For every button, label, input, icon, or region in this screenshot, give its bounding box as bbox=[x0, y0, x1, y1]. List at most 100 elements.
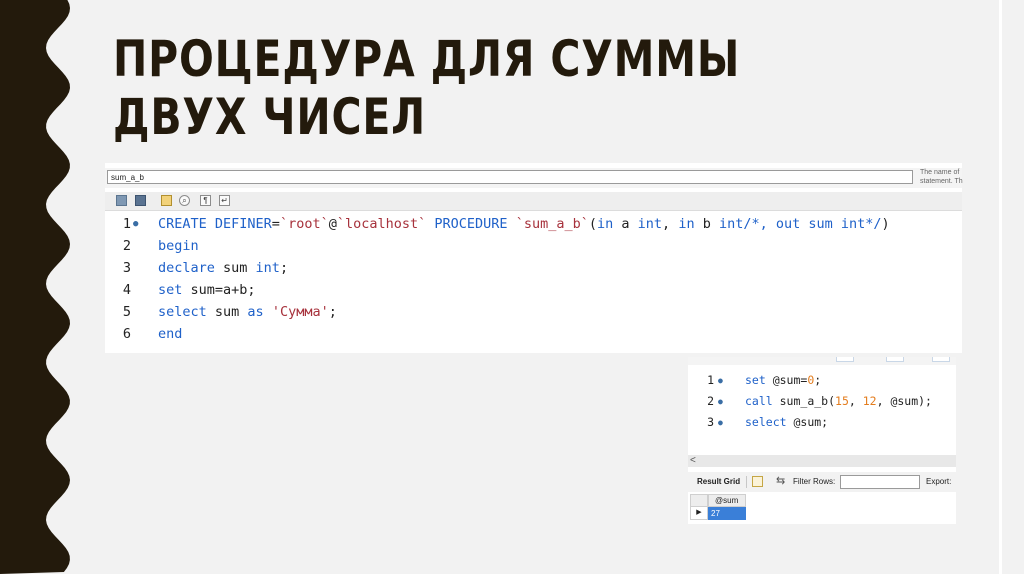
help-text-line: statement. Th bbox=[920, 178, 963, 185]
line-number: 4 bbox=[122, 282, 131, 298]
code-line[interactable]: 6 end bbox=[105, 323, 962, 345]
code-keyword: select bbox=[745, 415, 787, 429]
filter-rows-input[interactable] bbox=[840, 475, 920, 489]
code-string: `root` bbox=[279, 216, 329, 232]
search-icon[interactable]: ⌕ bbox=[179, 195, 190, 206]
code-token: b bbox=[694, 216, 719, 232]
code-number: 12 bbox=[862, 394, 877, 408]
statement-dot-icon: ● bbox=[718, 397, 723, 406]
code-area[interactable]: 1 ● CREATE DEFINER=`root`@`localhost` PROC… bbox=[105, 213, 962, 345]
procedure-name-field[interactable]: sum_a_b bbox=[107, 170, 913, 184]
code-token: @sum; bbox=[786, 415, 829, 429]
result-cell[interactable]: 27 bbox=[708, 507, 746, 520]
editor-toolbar: ⌕ ¶ ↵ bbox=[105, 192, 962, 211]
code-token: ( bbox=[588, 216, 597, 232]
folder-icon[interactable] bbox=[116, 195, 127, 206]
save-icon[interactable] bbox=[135, 195, 146, 206]
line-number: 1 bbox=[122, 216, 131, 232]
code-text: select @sum; bbox=[745, 412, 828, 433]
code-token: @sum= bbox=[765, 373, 808, 387]
tab-strip bbox=[688, 357, 956, 365]
code-keyword: as bbox=[247, 304, 264, 320]
help-text-line: The name of bbox=[920, 169, 960, 176]
code-string: `sum_a_b` bbox=[515, 216, 589, 232]
code-token: sum=a+b; bbox=[182, 282, 256, 298]
code-keyword: int bbox=[637, 216, 663, 232]
name-row: sum_a_b The name of statement. Th bbox=[105, 168, 965, 188]
statement-dot-icon: ● bbox=[718, 376, 723, 385]
scroll-left-arrow-icon[interactable]: < bbox=[690, 455, 696, 467]
code-text: set @sum=0; bbox=[745, 370, 821, 391]
code-token: a bbox=[613, 216, 638, 232]
line-number: 5 bbox=[122, 304, 131, 320]
code-text: call sum_a_b(15, 12, @sum); bbox=[745, 391, 932, 412]
decorative-wavy-band bbox=[0, 0, 70, 574]
code-token: sum bbox=[206, 304, 248, 320]
result-toolbar: Result Grid ⇆ Filter Rows: Export: bbox=[688, 472, 956, 492]
code-keyword: CREATE DEFINER bbox=[158, 216, 272, 232]
code-number: 15 bbox=[835, 394, 849, 408]
result-grid-tab[interactable]: Result Grid bbox=[697, 472, 740, 492]
wrap-icon[interactable]: ↵ bbox=[219, 195, 230, 206]
filter-icon: ⇆ bbox=[776, 475, 786, 487]
code-keyword: set bbox=[745, 373, 766, 387]
code-token: ; bbox=[814, 373, 822, 387]
code-keyword: select bbox=[158, 304, 207, 320]
code-line[interactable]: 1 ● CREATE DEFINER=`root`@`localhost` PROC… bbox=[105, 213, 962, 235]
procedure-editor[interactable]: sum_a_b The name of statement. Th ⌕ ¶ ↵ … bbox=[105, 163, 965, 353]
grid-icon[interactable] bbox=[752, 476, 763, 487]
result-grid: @sum ▶ 27 bbox=[688, 492, 956, 524]
call-editor[interactable]: 1 ● set @sum=0; 2 ● call sum_a_b(15, 12, @sum… bbox=[688, 357, 956, 524]
code-keyword: end bbox=[158, 326, 183, 342]
code-keyword: /*, out sum int*/ bbox=[743, 216, 882, 232]
row-indicator-icon: ▶ bbox=[690, 507, 708, 520]
code-keyword: in bbox=[597, 216, 614, 232]
line-number: 6 bbox=[122, 326, 131, 342]
code-token: , @sum); bbox=[876, 394, 932, 408]
brush-icon[interactable] bbox=[161, 195, 172, 206]
toolbar-divider bbox=[746, 476, 747, 488]
line-number: 3 bbox=[122, 260, 131, 276]
code-token: ; bbox=[279, 260, 289, 276]
code-token: = bbox=[271, 216, 280, 232]
code-token: , bbox=[848, 394, 863, 408]
code-line[interactable]: 4 set sum=a+b; bbox=[105, 279, 962, 301]
statement-dot-icon: ● bbox=[718, 418, 723, 427]
code-keyword: PROCEDURE bbox=[434, 216, 508, 232]
tab-marker bbox=[886, 357, 904, 362]
code-keyword: call bbox=[745, 394, 773, 408]
line-number: 2 bbox=[122, 238, 131, 254]
code-keyword: set bbox=[158, 282, 183, 298]
paragraph-icon[interactable]: ¶ bbox=[200, 195, 211, 206]
slide-title: ПРОЦЕДУРА ДЛЯ СУММЫ ДВУХ ЧИСЕЛ bbox=[113, 30, 741, 146]
column-header-sum[interactable]: @sum bbox=[708, 494, 746, 507]
code-line[interactable]: 2 begin bbox=[105, 235, 962, 257]
tab-marker bbox=[836, 357, 854, 362]
accent-bar bbox=[1002, 0, 1024, 574]
help-text: The name of statement. Th bbox=[920, 168, 965, 186]
code-line[interactable]: 2 ● call sum_a_b(15, 12, @sum); bbox=[688, 391, 956, 412]
export-label[interactable]: Export: bbox=[926, 472, 951, 492]
code-line[interactable]: 3 ● select @sum; bbox=[688, 412, 956, 433]
code-keyword: declare bbox=[158, 260, 215, 276]
code-text: declare sum int; bbox=[158, 257, 288, 279]
code-line[interactable]: 3 declare sum int; bbox=[105, 257, 962, 279]
tab-marker bbox=[932, 357, 950, 362]
code-token: ; bbox=[328, 304, 337, 320]
code-keyword: int bbox=[718, 216, 744, 232]
code-line[interactable]: 1 ● set @sum=0; bbox=[688, 370, 956, 391]
code-text: end bbox=[158, 323, 182, 345]
horizontal-scrollbar[interactable]: < bbox=[688, 455, 956, 467]
line-number: 1 bbox=[707, 373, 714, 387]
line-number: 3 bbox=[707, 415, 714, 429]
code-line[interactable]: 5 select sum as 'Сумма'; bbox=[105, 301, 962, 323]
call-code-area[interactable]: 1 ● set @sum=0; 2 ● call sum_a_b(15, 12, @sum… bbox=[688, 370, 956, 433]
code-text: set sum=a+b; bbox=[158, 279, 256, 301]
filter-rows-label: Filter Rows: bbox=[793, 477, 836, 486]
code-string: `localhost` bbox=[336, 216, 427, 232]
line-number: 2 bbox=[707, 394, 714, 408]
code-token: @ bbox=[328, 216, 337, 232]
grid-corner bbox=[690, 494, 708, 507]
